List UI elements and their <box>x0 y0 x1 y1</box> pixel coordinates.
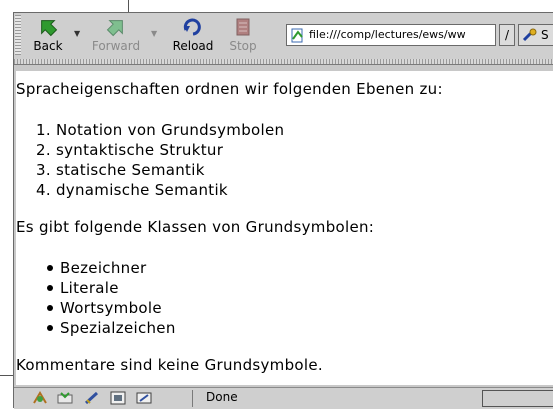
status-bar: Done <box>14 387 553 409</box>
list-item-label: Bezeichner <box>60 259 147 277</box>
list-item-label: Literale <box>60 279 119 297</box>
list-item: 2. syntaktische Struktur <box>36 141 224 159</box>
intro-text: Spracheigenschaften ordnen wir folgenden… <box>16 80 443 98</box>
list-item-label: Wortsymbole <box>60 299 162 317</box>
reload-button[interactable]: Reload <box>166 15 220 55</box>
search-button[interactable]: S <box>518 24 553 46</box>
reload-label: Reload <box>172 39 214 53</box>
mail-icon[interactable] <box>32 391 48 405</box>
stop-button[interactable]: Stop <box>224 15 262 55</box>
list-item: 1. Notation von Grundsymbolen <box>36 121 285 139</box>
stop-label: Stop <box>229 39 257 53</box>
address-value: file:///comp/lectures/ews/ww <box>309 28 466 41</box>
browser-window: Back ▼ Forward ▼ Reload Stop file:///com… <box>13 12 553 409</box>
address-field[interactable]: file:///comp/lectures/ews/ww <box>286 24 496 46</box>
list-item: Wortsymbole <box>47 298 176 318</box>
bullet-icon <box>47 305 53 311</box>
back-arrow-icon <box>41 20 58 37</box>
page-file-icon <box>291 28 303 43</box>
status-separator <box>192 390 193 407</box>
page-content: Spracheigenschaften ordnen wir folgenden… <box>16 71 553 385</box>
back-label: Back <box>33 39 63 53</box>
address-book-icon[interactable] <box>84 391 100 405</box>
toolbar-grip[interactable] <box>15 15 21 55</box>
list-item: 4. dynamische Semantik <box>36 181 228 199</box>
security-icon[interactable] <box>136 391 152 405</box>
forward-button[interactable]: Forward <box>88 15 144 55</box>
classes-intro-text: Es gibt folgende Klassen von Grundsymbol… <box>16 218 375 236</box>
bullet-icon <box>47 265 53 271</box>
address-dropdown-button[interactable]: / <box>499 24 515 46</box>
composer-icon[interactable] <box>57 391 73 405</box>
stray-line-top <box>128 0 129 12</box>
forward-history-dropdown[interactable]: ▼ <box>151 29 157 38</box>
bullet-icon <box>47 285 53 291</box>
list-item: Bezeichner <box>47 258 176 278</box>
list-item-label: Spezialzeichen <box>60 319 176 337</box>
reload-icon <box>183 18 201 36</box>
forward-arrow-icon <box>106 20 123 37</box>
list-item: 3. statische Semantik <box>36 161 205 179</box>
progress-box <box>482 390 553 407</box>
bullet-icon <box>47 325 53 331</box>
comment-note-text: Kommentare sind keine Grundsymbole. <box>16 356 323 374</box>
search-label: S <box>541 28 549 42</box>
toolbar-collapse-grip[interactable] <box>14 59 553 65</box>
back-history-dropdown[interactable]: ▼ <box>74 29 80 38</box>
navigation-toolbar: Back ▼ Forward ▼ Reload Stop file:///com… <box>14 13 553 60</box>
stray-line-left <box>0 375 13 376</box>
status-text: Done <box>206 390 238 404</box>
back-button[interactable]: Back <box>28 15 68 55</box>
stop-icon <box>236 18 250 36</box>
list-item: Literale <box>47 278 176 298</box>
search-icon <box>522 28 537 42</box>
forward-label: Forward <box>91 39 141 53</box>
classes-list: Bezeichner Literale Wortsymbole Spezialz… <box>47 258 176 338</box>
news-icon[interactable] <box>110 391 126 405</box>
list-item: Spezialzeichen <box>47 318 176 338</box>
levels-list: 1. Notation von Grundsymbolen 2. syntakt… <box>36 120 284 200</box>
